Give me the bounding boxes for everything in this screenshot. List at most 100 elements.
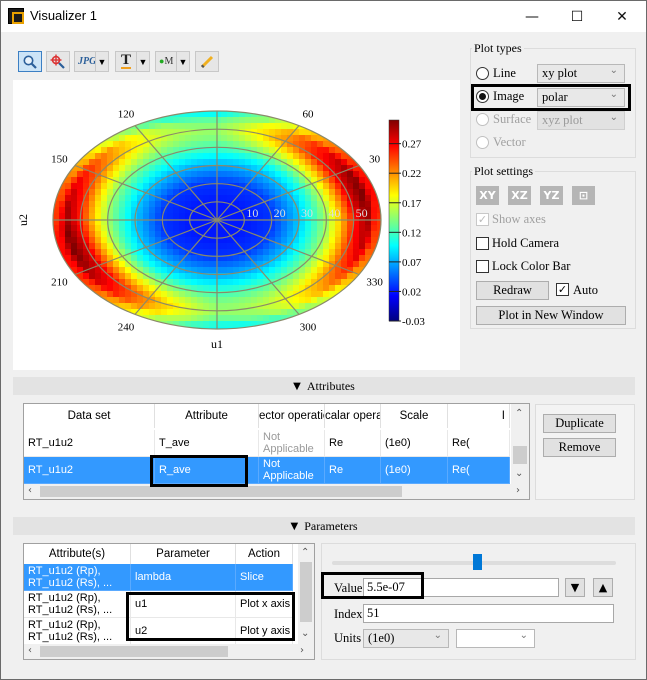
heatmap-cell	[221, 309, 228, 316]
heatmap-cell	[125, 171, 132, 178]
horizontal-scroll-thumb[interactable]	[40, 646, 228, 657]
heatmap-cell	[359, 249, 366, 256]
heatmap-cell	[257, 141, 264, 148]
cell-action[interactable]: Slice	[236, 564, 293, 591]
show-axes-checkbox[interactable]: ✓	[476, 213, 489, 226]
export-jpg-button[interactable]: JPG ▼	[74, 51, 109, 72]
text-dropdown-arrow[interactable]: ▼	[136, 52, 149, 71]
auto-checkbox[interactable]: ✓	[556, 283, 569, 296]
heatmap-cell	[299, 237, 306, 244]
heatmap-cell	[167, 279, 174, 286]
line-type-value: xy plot	[542, 66, 578, 80]
attributes-horizontal-scrollbar[interactable]: ‹ ›	[24, 484, 529, 499]
cell-attribute[interactable]: R_ave	[155, 457, 259, 484]
radio-vector[interactable]	[476, 136, 489, 149]
heatmap-cell	[113, 309, 120, 316]
value-input[interactable]: 5.5e-07	[363, 578, 559, 597]
value-increment-button[interactable]: ▲	[593, 578, 613, 597]
vertical-scroll-thumb[interactable]	[513, 446, 527, 464]
heatmap-cell	[71, 183, 78, 190]
scroll-left-icon[interactable]: ‹	[28, 485, 32, 496]
parameter-slider-thumb[interactable]	[472, 554, 482, 570]
heatmap-cell	[341, 273, 348, 280]
marker-dropdown-arrow[interactable]: ▼	[176, 52, 189, 71]
heatmap-cell	[203, 189, 210, 196]
scroll-right-icon[interactable]: ›	[300, 645, 304, 656]
heatmap-cell	[347, 159, 354, 166]
heatmap-cell	[95, 135, 102, 142]
heatmap-cell	[113, 207, 120, 214]
scroll-up-icon[interactable]: ⌃	[515, 408, 523, 419]
heatmap-cell	[233, 255, 240, 262]
plot-in-new-window-button[interactable]: Plot in New Window	[476, 306, 626, 325]
edit-tool-button[interactable]	[195, 51, 219, 72]
text-tool-button[interactable]: T ▼	[115, 51, 150, 72]
column-header-data-set[interactable]: Data set	[24, 404, 155, 428]
view-xz-button[interactable]: XZ	[508, 186, 531, 205]
value-decrement-button[interactable]: ▼	[565, 578, 585, 597]
heatmap-cell	[77, 153, 84, 160]
scroll-right-icon[interactable]: ›	[516, 485, 520, 496]
lock-color-bar-checkbox[interactable]	[476, 260, 489, 273]
heatmap-cell	[293, 147, 300, 154]
heatmap-cell	[179, 297, 186, 304]
minimize-button[interactable]: —	[509, 1, 555, 32]
heatmap-cell	[197, 267, 204, 274]
view-xy-button[interactable]: XY	[476, 186, 499, 205]
heatmap-cell	[59, 243, 66, 250]
heatmap-cell	[203, 153, 210, 160]
surface-type-select[interactable]: xyz plot ⌄	[537, 111, 625, 130]
radio-line[interactable]	[476, 67, 489, 80]
parameters-vertical-scrollbar[interactable]: ⌃ ⌄	[298, 544, 314, 644]
close-button[interactable]: ✕	[599, 1, 645, 32]
radial-tick-label: 30	[301, 206, 313, 220]
zoom-region-tool-button[interactable]	[46, 51, 70, 72]
attributes-section-toggle[interactable]: ▼ Attributes	[13, 377, 635, 395]
radio-image[interactable]	[476, 90, 489, 103]
scroll-up-icon[interactable]: ⌃	[301, 547, 309, 558]
attributes-vertical-scrollbar[interactable]: ⌃ ⌄	[511, 404, 529, 484]
scroll-down-icon[interactable]: ⌄	[301, 628, 309, 639]
column-header-scalar-operation[interactable]: calar operatic	[325, 404, 381, 428]
heatmap-cell	[131, 129, 138, 136]
column-header-parameter[interactable]: Parameter	[131, 544, 236, 564]
image-type-select[interactable]: polar ⌄	[537, 88, 625, 107]
heatmap-cell	[197, 159, 204, 166]
column-header-scale[interactable]: Scale	[381, 404, 448, 428]
line-type-select[interactable]: xy plot ⌄	[537, 64, 625, 83]
column-header-action[interactable]: Action	[236, 544, 293, 564]
radio-surface[interactable]	[476, 113, 489, 126]
duplicate-button[interactable]: Duplicate	[543, 414, 616, 433]
index-input[interactable]: 51	[363, 604, 614, 623]
heatmap-cell	[239, 153, 246, 160]
heatmap-cell	[173, 297, 180, 304]
heatmap-cell	[299, 231, 306, 238]
remove-button[interactable]: Remove	[543, 438, 616, 457]
marker-tool-button[interactable]: ●M ▼	[155, 51, 190, 72]
maximize-button[interactable]: ☐	[554, 1, 600, 32]
view-yz-button[interactable]: YZ	[540, 186, 563, 205]
column-header-vector-operation[interactable]: ector operatic	[259, 404, 325, 428]
units-select[interactable]: (1e0) ⌄	[363, 629, 449, 648]
zoom-tool-button[interactable]	[18, 51, 42, 72]
hold-camera-checkbox[interactable]	[476, 237, 489, 250]
scroll-down-icon[interactable]: ⌄	[515, 468, 523, 479]
cell-action[interactable]: Plot x axis	[236, 591, 293, 618]
cell-action[interactable]: Plot y axis	[236, 618, 293, 645]
export-dropdown-arrow[interactable]: ▼	[95, 52, 108, 71]
plot-canvas[interactable]: 10 20 30 40 50 30 60 120 150 210 240 300 330 u1 u2 …	[13, 80, 460, 370]
horizontal-scroll-thumb[interactable]	[40, 486, 402, 497]
view-reset-button[interactable]: ⊡	[572, 186, 595, 205]
column-header-attribute[interactable]: Attribute	[155, 404, 259, 428]
column-header-more[interactable]: I	[448, 404, 510, 428]
redraw-button[interactable]: Redraw	[476, 281, 549, 300]
scroll-left-icon[interactable]: ‹	[28, 645, 32, 656]
column-header-attributes[interactable]: Attribute(s)	[24, 544, 131, 564]
heatmap-cell	[77, 243, 84, 250]
vertical-scroll-thumb[interactable]	[300, 562, 312, 622]
heatmap-cell	[221, 135, 228, 142]
parameters-section-toggle[interactable]: ▼ Parameters	[13, 517, 635, 535]
units-secondary-select[interactable]: ⌄	[456, 629, 535, 648]
heatmap-cell	[101, 285, 108, 292]
parameters-horizontal-scrollbar[interactable]: ‹ ›	[24, 644, 314, 659]
